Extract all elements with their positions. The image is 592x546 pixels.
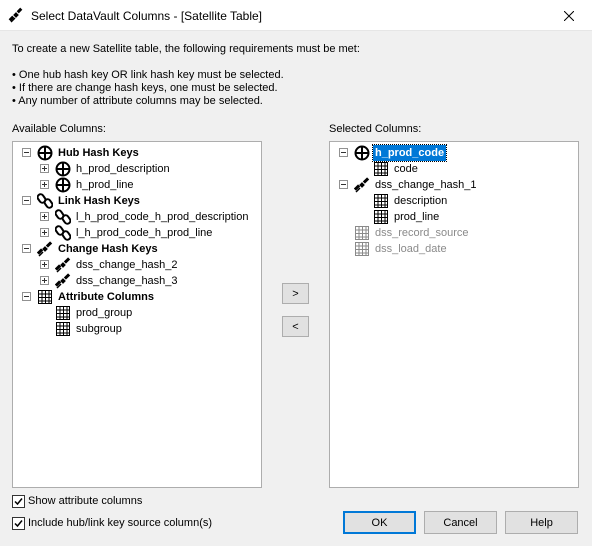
link-key-icon (55, 225, 71, 241)
collapse-toggle[interactable] (22, 244, 31, 253)
table-icon (38, 290, 52, 304)
show-attribute-columns-checkbox[interactable] (12, 495, 25, 508)
window-title: Select DataVault Columns - [Satellite Ta… (31, 9, 263, 23)
selected-columns-tree[interactable]: h_prod_code code dss_change_hash_1 descr… (329, 141, 579, 488)
table-icon (355, 226, 369, 240)
tree-group-attribute-columns[interactable]: Attribute Columns (58, 289, 154, 305)
tree-item-h-prod-description[interactable]: h_prod_description (76, 161, 170, 177)
available-columns-tree[interactable]: Hub Hash Keys h_prod_description h_prod_… (12, 141, 262, 488)
collapse-toggle[interactable] (22, 148, 31, 157)
title-bar: Select DataVault Columns - [Satellite Ta… (0, 0, 592, 31)
collapse-toggle[interactable] (22, 196, 31, 205)
link-key-icon (55, 209, 71, 225)
expand-toggle[interactable] (40, 180, 49, 189)
tree-item-dss-change-hash-2[interactable]: dss_change_hash_2 (76, 257, 178, 273)
requirements-list: • One hub hash key OR link hash key must… (12, 69, 284, 108)
tree-group-change-hash-keys[interactable]: Change Hash Keys (58, 241, 158, 257)
satellite-icon (8, 7, 23, 23)
expand-toggle[interactable] (40, 228, 49, 237)
tree-item-link-description[interactable]: l_h_prod_code_h_prod_description (76, 209, 248, 225)
tree-item-h-prod-line[interactable]: h_prod_line (76, 177, 134, 193)
tree-item-subgroup[interactable]: subgroup (76, 321, 122, 337)
table-icon (374, 194, 388, 208)
hub-key-icon (55, 177, 71, 193)
selected-item-dss-change-hash-1[interactable]: dss_change_hash_1 (375, 177, 477, 193)
requirement-item: • Any number of attribute columns may be… (12, 95, 263, 107)
change-hash-icon (37, 241, 53, 257)
tree-item-dss-change-hash-3[interactable]: dss_change_hash_3 (76, 273, 178, 289)
tree-item-link-line[interactable]: l_h_prod_code_h_prod_line (76, 225, 212, 241)
table-icon (56, 306, 70, 320)
requirement-item: • One hub hash key OR link hash key must… (12, 69, 284, 81)
hub-key-icon (37, 145, 53, 161)
help-button[interactable]: Help (505, 511, 578, 534)
requirement-item: • If there are change hash keys, one mus… (12, 82, 278, 94)
hub-key-icon (55, 161, 71, 177)
tree-group-link-hash-keys[interactable]: Link Hash Keys (58, 193, 140, 209)
ok-button[interactable]: OK (343, 511, 416, 534)
selected-item-dss-record-source: dss_record_source (375, 227, 469, 239)
selected-item-dss-load-date: dss_load_date (375, 243, 447, 255)
table-icon (374, 210, 388, 224)
collapse-toggle[interactable] (339, 148, 348, 157)
change-hash-icon (354, 177, 370, 193)
table-icon (355, 242, 369, 256)
table-icon (374, 162, 388, 176)
checkmark-icon (14, 520, 23, 528)
cancel-button[interactable]: Cancel (424, 511, 497, 534)
expand-toggle[interactable] (40, 212, 49, 221)
change-hash-icon (55, 257, 71, 273)
close-button[interactable] (546, 0, 592, 31)
selected-item-prod-line[interactable]: prod_line (394, 209, 439, 225)
collapse-toggle[interactable] (339, 180, 348, 189)
tree-group-hub-hash-keys[interactable]: Hub Hash Keys (58, 145, 139, 161)
table-icon (56, 322, 70, 336)
show-attribute-columns-label[interactable]: Show attribute columns (28, 495, 142, 507)
expand-toggle[interactable] (40, 276, 49, 285)
hub-key-icon (354, 145, 370, 161)
add-column-button[interactable]: > (282, 283, 309, 304)
selected-item-description[interactable]: description (394, 193, 447, 209)
remove-column-button[interactable]: < (282, 316, 309, 337)
include-source-columns-label[interactable]: Include hub/link key source column(s) (28, 517, 212, 529)
collapse-toggle[interactable] (22, 292, 31, 301)
tree-item-prod-group[interactable]: prod_group (76, 305, 132, 321)
include-source-columns-checkbox[interactable] (12, 517, 25, 530)
link-key-icon (37, 193, 53, 209)
change-hash-icon (55, 273, 71, 289)
expand-toggle[interactable] (40, 260, 49, 269)
checkmark-icon (14, 498, 23, 506)
selected-item-h-prod-code[interactable]: h_prod_code (371, 144, 448, 162)
selected-item-code[interactable]: code (394, 161, 418, 177)
expand-toggle[interactable] (40, 164, 49, 173)
close-icon (564, 10, 574, 21)
available-columns-label: Available Columns: (12, 123, 106, 135)
selected-columns-label: Selected Columns: (329, 123, 422, 135)
intro-text: To create a new Satellite table, the fol… (12, 43, 360, 55)
